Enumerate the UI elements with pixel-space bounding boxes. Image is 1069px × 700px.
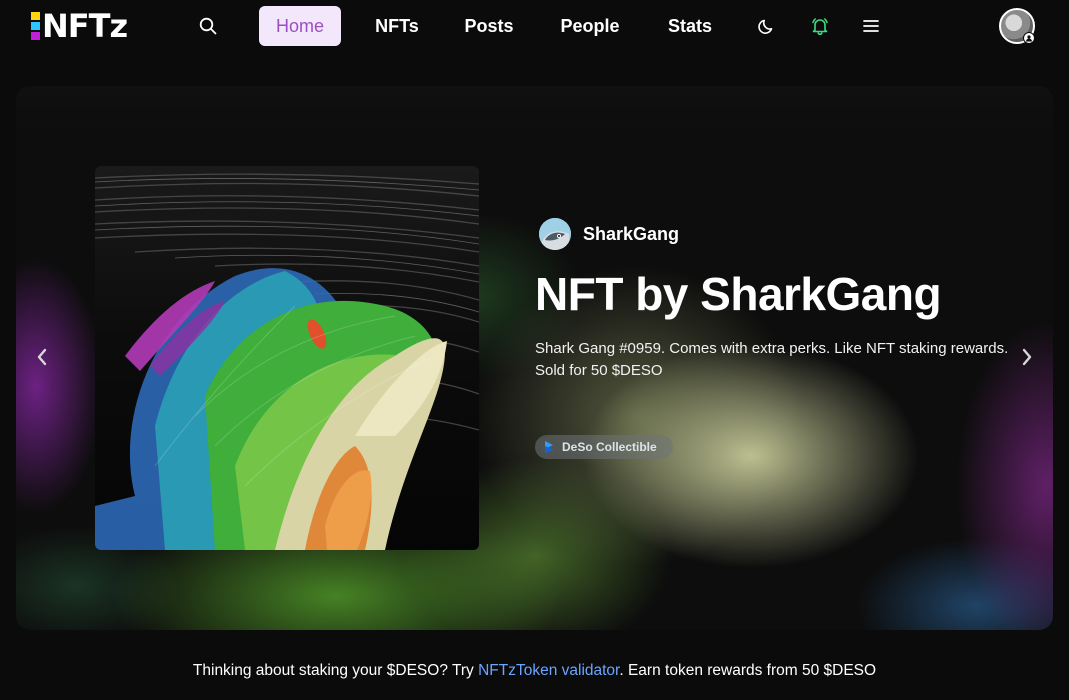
- nft-sold-price: Sold for 50 $DESO: [535, 362, 663, 379]
- nft-description-block: Shark Gang #0959. Comes with extra perks…: [535, 338, 1035, 382]
- moon-icon: [758, 19, 773, 34]
- nav-link-people[interactable]: People: [552, 6, 628, 46]
- promo-text-after: . Earn token rewards from 50 $DESO: [619, 662, 877, 679]
- creator-profile-link[interactable]: SharkGang: [539, 217, 679, 251]
- nav-link-home[interactable]: Home: [259, 6, 341, 46]
- deso-logo-icon: [545, 441, 554, 453]
- hero-top-shade: [16, 86, 1053, 136]
- theme-toggle-button[interactable]: [753, 12, 781, 40]
- top-navigation-bar: NFTz Home NFTs Posts People Stats: [0, 0, 1069, 54]
- menu-button[interactable]: [857, 12, 885, 40]
- user-avatar[interactable]: [999, 8, 1035, 44]
- nft-artwork-image[interactable]: [95, 166, 479, 550]
- badge-label: DeSo Collectible: [562, 440, 657, 454]
- logo-wordmark: NFTz: [42, 7, 128, 45]
- search-button[interactable]: [194, 12, 222, 40]
- staking-promo-text: Thinking about staking your $DESO? Try N…: [0, 662, 1069, 680]
- nav-link-stats[interactable]: Stats: [660, 6, 720, 46]
- nftztoken-validator-link[interactable]: NFTzToken validator: [478, 662, 619, 679]
- account-badge-icon: [1023, 32, 1035, 44]
- hamburger-menu-icon: [863, 20, 879, 32]
- chevron-right-icon: [1022, 348, 1032, 366]
- creator-name: SharkGang: [583, 223, 680, 244]
- carousel-prev-button[interactable]: [30, 342, 54, 372]
- carousel-next-button[interactable]: [1015, 342, 1039, 372]
- creator-avatar: [539, 218, 571, 250]
- nav-link-posts[interactable]: Posts: [458, 6, 520, 46]
- search-icon: [199, 17, 217, 35]
- notifications-button[interactable]: [806, 12, 834, 40]
- chevron-left-icon: [37, 348, 47, 366]
- deso-collectible-badge[interactable]: DeSo Collectible: [535, 435, 673, 459]
- bell-icon: [812, 18, 828, 36]
- nftz-logo[interactable]: NFTz: [31, 10, 163, 42]
- nft-title: NFT by SharkGang: [535, 268, 942, 320]
- nft-description: Shark Gang #0959. Comes with extra perks…: [535, 340, 1009, 357]
- logo-color-bars-icon: [31, 12, 40, 40]
- promo-text-before: Thinking about staking your $DESO? Try: [192, 662, 479, 679]
- nav-link-nfts[interactable]: NFTs: [366, 6, 428, 46]
- featured-nft-carousel: SharkGang NFT by SharkGang Shark Gang #0…: [16, 86, 1053, 630]
